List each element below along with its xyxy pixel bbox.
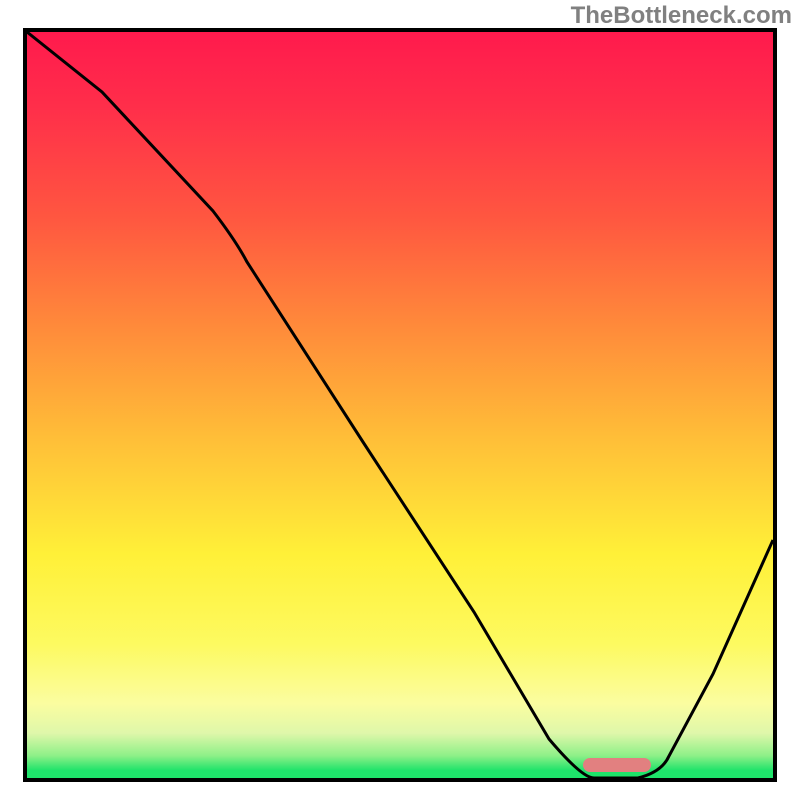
watermark-text: TheBottleneck.com	[571, 2, 792, 30]
optimal-range-marker	[583, 758, 651, 772]
chart-plot-area	[23, 28, 777, 782]
bottleneck-curve-path	[27, 32, 773, 778]
chart-curve-svg	[27, 32, 773, 778]
